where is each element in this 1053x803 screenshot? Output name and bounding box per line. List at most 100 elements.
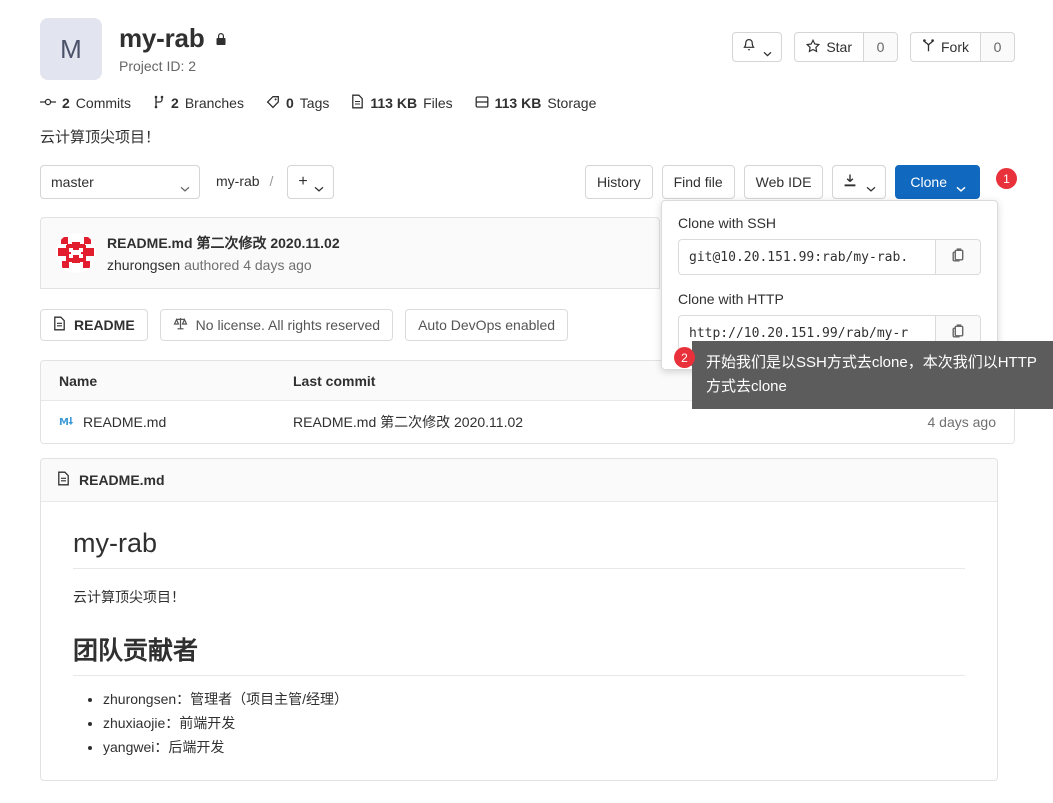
star-count: 0 — [864, 32, 898, 62]
clipboard-icon — [951, 247, 966, 268]
star-button-group[interactable]: Star 0 — [794, 32, 898, 62]
clone-ssh-copy-button[interactable] — [935, 239, 981, 275]
readme-card-header: README.md — [41, 459, 997, 502]
identicon-avatar — [56, 233, 96, 273]
tag-icon — [266, 95, 280, 112]
commit-message[interactable]: README.md 第二次修改 2020.11.02 — [107, 233, 340, 253]
breadcrumb-separator: / — [269, 173, 274, 189]
stat-tags-label: Tags — [299, 95, 330, 111]
project-avatar: M — [40, 18, 102, 80]
storage-icon — [475, 95, 489, 112]
file-name-cell[interactable]: M README.md — [41, 414, 291, 430]
svg-text:M: M — [59, 417, 69, 427]
commit-authored-time: authored 4 days ago — [184, 257, 312, 273]
column-name: Name — [59, 372, 98, 389]
scale-icon — [173, 316, 188, 334]
stat-tags[interactable]: 0 Tags — [266, 95, 329, 112]
badge-readme-label: README — [74, 317, 135, 333]
plus-icon: + — [298, 173, 308, 190]
gitlab-project-page: M my-rab Project ID: 2 Star 0 Fork 0 2 C… — [0, 0, 1053, 803]
stat-commits-value: 2 — [62, 95, 70, 111]
branch-icon — [153, 95, 165, 112]
commit-icon — [40, 95, 56, 111]
project-id-label: Project ID: 2 — [119, 58, 197, 74]
clone-http-label: Clone with HTTP — [678, 291, 784, 307]
badge-readme[interactable]: README — [40, 309, 148, 341]
chevron-down-icon — [314, 179, 324, 192]
clone-ssh-label: Clone with SSH — [678, 215, 777, 231]
readme-heading-1: my-rab — [73, 528, 965, 569]
download-button[interactable] — [832, 165, 887, 199]
star-button[interactable]: Star — [794, 32, 864, 62]
project-header-actions: Star 0 Fork 0 — [732, 32, 1015, 62]
readme-card: README.md my-rab 云计算顶尖项目！ 团队贡献者 zhurongs… — [40, 458, 998, 781]
repo-toolbar: master my-rab / + History Find file Web … — [40, 165, 1015, 199]
web-ide-button[interactable]: Web IDE — [743, 165, 824, 199]
list-item: zhurongsen：管理者（项目主管/经理） — [103, 688, 965, 711]
chevron-down-icon — [956, 179, 966, 192]
clone-ssh-field: git@10.20.151.99:rab/my-rab. — [678, 239, 981, 275]
commit-author[interactable]: zhurongsen — [107, 257, 180, 273]
readme-content: my-rab 云计算顶尖项目！ 团队贡献者 zhurongsen：管理者（项目主… — [41, 502, 997, 759]
fork-button-group[interactable]: Fork 0 — [910, 32, 1015, 62]
bell-icon — [742, 38, 756, 56]
stat-storage-label: Storage — [547, 95, 597, 111]
file-last-update: 4 days ago — [927, 414, 997, 430]
stat-commits[interactable]: 2 Commits — [40, 95, 131, 111]
add-to-repo-button[interactable]: + — [287, 165, 334, 199]
branch-selector[interactable]: master — [40, 165, 200, 199]
readme-heading-2: 团队贡献者 — [73, 631, 965, 676]
stat-storage: 113 KB Storage — [475, 95, 597, 112]
stat-commits-label: Commits — [75, 95, 132, 111]
badge-license-label: No license. All rights reserved — [195, 317, 381, 333]
fork-button[interactable]: Fork — [910, 32, 981, 62]
stat-branches[interactable]: 2 Branches — [153, 95, 244, 112]
repo-toolbar-actions: History Find file Web IDE Clone — [585, 165, 980, 199]
annotation-tooltip: 开始我们是以SSH方式去clone，本次我们以HTTP方式去clone — [685, 341, 1053, 409]
stat-files-value: 113 KB — [370, 95, 418, 111]
fork-icon — [922, 38, 935, 56]
notifications-button[interactable] — [732, 32, 783, 62]
badge-auto-devops[interactable]: Auto DevOps enabled — [405, 309, 569, 341]
lock-icon — [214, 31, 228, 47]
annotation-pin-2: 2 — [674, 347, 695, 368]
commit-meta: zhurongsen authored 4 days ago — [107, 257, 312, 273]
readme-paragraph: 云计算顶尖项目！ — [73, 589, 185, 605]
breadcrumb: my-rab / — [216, 173, 279, 189]
project-identity: my-rab Project ID: 2 — [119, 23, 228, 74]
stat-storage-value: 113 KB — [494, 95, 542, 111]
badge-license[interactable]: No license. All rights reserved — [159, 309, 394, 341]
list-item: zhuxiaojie：前端开发 — [103, 712, 965, 735]
stat-files-label: Files — [423, 95, 453, 111]
clone-button-label: Clone — [910, 174, 947, 190]
annotation-tooltip-text: 开始我们是以SSH方式去clone，本次我们以HTTP方式去clone — [706, 354, 1037, 395]
stat-tags-value: 0 — [285, 95, 294, 111]
clone-button[interactable]: Clone — [895, 165, 980, 199]
doc-icon — [57, 471, 70, 489]
page-title: my-rab — [119, 23, 205, 53]
file-name: README.md — [83, 414, 167, 430]
project-badges: README No license. All rights reserved A… — [40, 309, 569, 341]
stat-branches-value: 2 — [171, 95, 179, 111]
doc-icon — [53, 316, 66, 334]
download-icon — [843, 173, 857, 191]
readme-contributor-list: zhurongsen：管理者（项目主管/经理） zhuxiaojie：前端开发 … — [73, 688, 965, 759]
project-description: 云计算顶尖项目！ — [40, 129, 161, 146]
badge-auto-devops-label: Auto DevOps enabled — [418, 317, 556, 333]
chevron-down-icon — [866, 179, 876, 192]
annotation-pin-1: 1 — [996, 168, 1017, 189]
find-file-button[interactable]: Find file — [661, 165, 735, 199]
star-icon — [806, 38, 821, 56]
chevron-down-icon — [763, 44, 772, 57]
branch-selector-value: master — [51, 174, 94, 190]
stat-branches-label: Branches — [184, 95, 244, 111]
star-label: Star — [826, 39, 852, 55]
history-button[interactable]: History — [585, 165, 653, 199]
last-commit-panel: README.md 第二次修改 2020.11.02 zhurongsen au… — [40, 217, 660, 289]
file-last-commit[interactable]: README.md 第二次修改 2020.11.02 — [291, 412, 834, 432]
stat-files: 113 KB Files — [351, 94, 453, 112]
clone-ssh-input[interactable]: git@10.20.151.99:rab/my-rab. — [678, 239, 935, 275]
file-icon — [351, 94, 364, 112]
breadcrumb-repo[interactable]: my-rab — [216, 173, 260, 189]
chevron-down-icon — [180, 179, 190, 192]
